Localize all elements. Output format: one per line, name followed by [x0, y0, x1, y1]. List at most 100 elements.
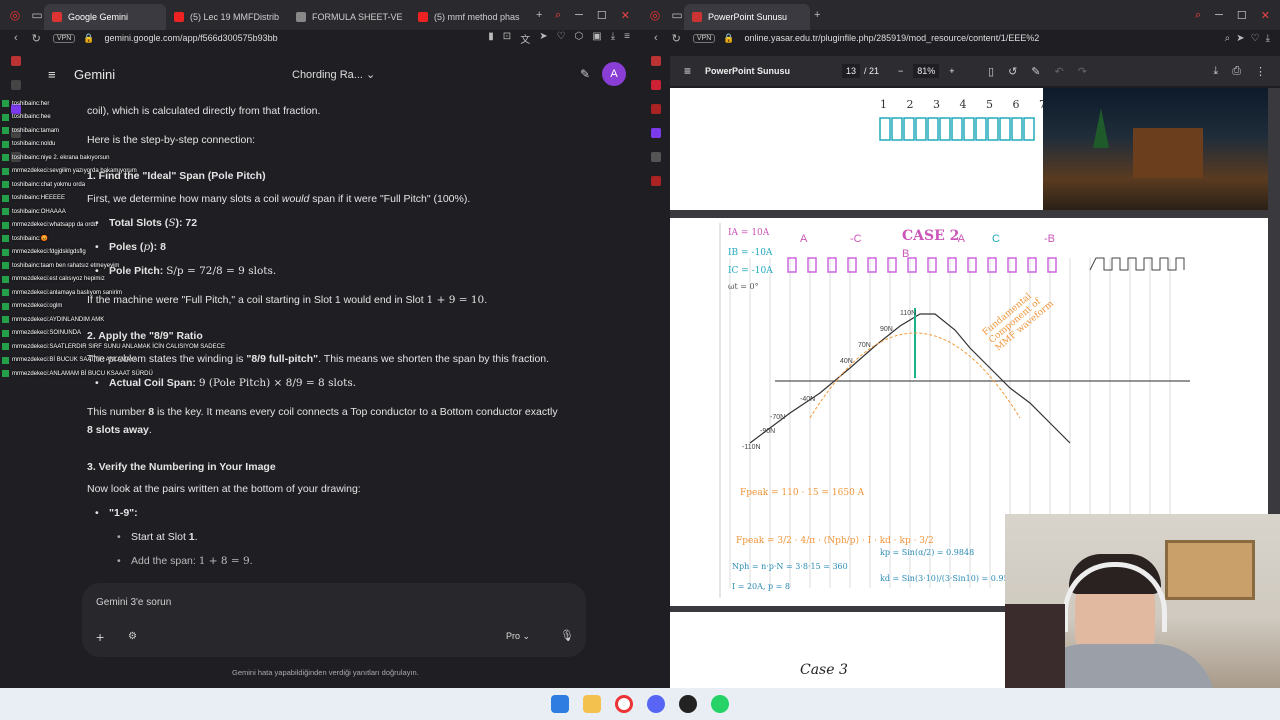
chat-username: toshibainc	[12, 181, 40, 188]
url-field[interactable]: online.yasar.edu.tr/pluginfile.php/28591…	[745, 33, 1040, 43]
whatsapp-icon[interactable]	[711, 695, 729, 713]
avatar[interactable]: A	[602, 62, 626, 86]
chat-username: toshibainc	[12, 154, 40, 161]
zoom-out-icon[interactable]: −	[898, 66, 903, 76]
redo-icon[interactable]: ↷	[1078, 65, 1087, 78]
sidebar-history-icon[interactable]	[11, 80, 21, 90]
tab-lecture-video[interactable]: (5) Lec 19 MMFDistrib	[166, 4, 288, 30]
chat-badge-icon	[2, 127, 9, 134]
mode-selector[interactable]: Pro ⌄	[506, 631, 530, 642]
reload-icon[interactable]: ↻	[672, 32, 681, 45]
download-icon[interactable]: ⤓	[611, 31, 615, 46]
page-input[interactable]: 13	[842, 64, 861, 78]
send-icon[interactable]: ➤	[539, 31, 547, 46]
zoom-icon[interactable]: ⌕	[1225, 33, 1231, 44]
sidebar-settings-icon[interactable]	[651, 176, 661, 186]
sidebar-aria-icon[interactable]	[11, 56, 21, 66]
new-chat-icon[interactable]: ✎	[580, 67, 590, 81]
sidebar-twitch-icon[interactable]	[651, 128, 661, 138]
search-icon[interactable]: ⌕	[1195, 9, 1201, 22]
math-span: 1 + 8 = 9	[198, 555, 250, 567]
discord-icon[interactable]	[647, 695, 665, 713]
tab-menu-icon[interactable]: ▭	[30, 8, 44, 22]
chat-text: Bİ BUCUK SAATTİR ANLAMAYA	[49, 357, 138, 363]
zoom-level[interactable]: 81%	[913, 64, 940, 78]
chat-title-dropdown[interactable]: Chording Ra... ⌄	[292, 68, 375, 81]
tab-mmf-video[interactable]: (5) mmf method phas	[410, 4, 532, 30]
sidebar-messenger-icon[interactable]	[651, 104, 661, 114]
print-icon[interactable]: ⎙	[1232, 65, 1241, 78]
heart-icon[interactable]: ♡	[1251, 33, 1260, 44]
download-icon[interactable]: ⤓	[1266, 33, 1270, 44]
zoom-in-icon[interactable]: +	[949, 66, 954, 76]
maximize-icon[interactable]: ☐	[1237, 9, 1247, 22]
chat-text: hee	[40, 114, 51, 120]
search-icon[interactable]: ⌕	[555, 9, 561, 22]
more-icon[interactable]: ⋮	[1255, 65, 1266, 78]
hamburger-icon[interactable]: ≡	[48, 67, 56, 82]
chat-text: AYDINLANDIM AMK	[49, 316, 105, 323]
opera-logo-icon[interactable]: ◎	[8, 8, 22, 22]
send-icon[interactable]: ➤	[1236, 33, 1244, 44]
list-item: Pole Pitch: S/p = 72/8 = 9 slots.	[95, 264, 609, 278]
back-icon[interactable]: ‹	[654, 32, 658, 44]
tab-gemini[interactable]: Google Gemini	[44, 4, 166, 30]
opera-browser-icon[interactable]	[615, 695, 633, 713]
current-label: IB = -10A	[728, 248, 773, 258]
minimize-icon[interactable]: ─	[1215, 9, 1223, 22]
sidebar-instagram-icon[interactable]	[651, 80, 661, 90]
chat-text: ANLAMAM Bİ BUCU KSAAAT SÜRDÜ	[49, 370, 153, 377]
chat-text: SOINUNDA	[49, 330, 82, 336]
pdf-title: PowerPoint Sunusu	[705, 66, 791, 76]
microphone-icon[interactable]: 🎙	[560, 629, 574, 642]
text-line: 8 slots away.	[87, 423, 587, 437]
screenshot-icon[interactable]: ⊡	[503, 31, 511, 46]
back-icon[interactable]: ‹	[14, 32, 18, 44]
new-tab-icon[interactable]: +	[814, 9, 820, 21]
undo-icon[interactable]: ↶	[1055, 65, 1064, 78]
chat-username: mrmezdekeci	[12, 316, 48, 323]
annotate-icon[interactable]: ✎	[1031, 65, 1040, 78]
tools-icon[interactable]: ⚙	[128, 631, 137, 642]
menu-icon[interactable]: ≡	[624, 31, 630, 46]
add-icon[interactable]: +	[96, 629, 104, 645]
close-icon[interactable]: ✕	[1261, 9, 1270, 22]
opera-logo-icon[interactable]: ◎	[648, 8, 662, 22]
disclaimer: Gemini hata yapabildiğinden verdiği yanı…	[232, 668, 419, 677]
tab-powerpoint[interactable]: PowerPoint Sunusu	[684, 4, 810, 30]
new-tab-icon[interactable]: +	[536, 9, 542, 21]
pdf-menu-icon[interactable]: ≡	[684, 64, 691, 78]
bookmark-icon[interactable]: ▮	[488, 31, 494, 46]
minimize-icon[interactable]: ─	[575, 9, 583, 22]
tab-menu-icon[interactable]: ▭	[670, 8, 684, 22]
obs-icon[interactable]	[679, 695, 697, 713]
reload-icon[interactable]: ↻	[32, 32, 41, 45]
file-explorer-icon[interactable]	[583, 695, 601, 713]
mode-label: Pro	[506, 631, 521, 641]
sidebar-aria-icon[interactable]	[651, 56, 661, 66]
vpn-badge[interactable]: VPN	[52, 33, 76, 43]
download-icon[interactable]: ⤓	[1213, 65, 1218, 78]
prompt-input[interactable]: Gemini 3'e sorun	[96, 597, 171, 608]
prompt-input-box[interactable]: Gemini 3'e sorun + ⚙ Pro ⌄ 🎙	[82, 583, 586, 657]
chat-username: mrmezdekeci	[12, 343, 48, 350]
heart-icon[interactable]: ♡	[557, 31, 566, 46]
url-field[interactable]: gemini.google.com/app/f566d300575b93bb	[105, 33, 278, 43]
maximize-icon[interactable]: ☐	[597, 9, 607, 22]
mmf-level: 70N	[858, 342, 871, 349]
rotate-icon[interactable]: ↺	[1008, 65, 1017, 78]
list-item: Start at Slot 1.	[117, 530, 631, 544]
fit-page-icon[interactable]: ▯	[988, 65, 994, 78]
section-heading: 1. Find the "Ideal" Span (Pole Pitch)	[87, 170, 266, 182]
tab-label: (5) mmf method phas	[434, 12, 520, 22]
chat-text: tamam	[40, 127, 60, 134]
sidebar-x-icon[interactable]	[651, 152, 661, 162]
vpn-badge[interactable]: VPN	[692, 33, 716, 43]
extensions-icon[interactable]: ⬡	[575, 31, 584, 46]
translate-icon[interactable]: 文	[520, 31, 530, 46]
close-icon[interactable]: ✕	[621, 9, 630, 22]
tab-formula-sheet[interactable]: FORMULA SHEET-VE	[288, 4, 410, 30]
chat-badge-icon	[2, 248, 9, 256]
wallet-icon[interactable]: ▣	[592, 31, 601, 46]
windows-start-icon[interactable]	[551, 695, 569, 713]
